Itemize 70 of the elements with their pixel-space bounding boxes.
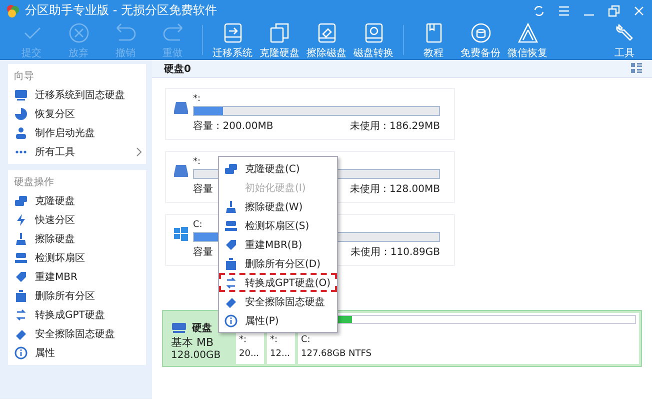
capacity-label: 容量 bbox=[193, 246, 213, 259]
convert-icon bbox=[14, 308, 28, 322]
menu-item[interactable]: 安全擦除固态硬盘 bbox=[219, 292, 337, 311]
restore-icon[interactable] bbox=[607, 4, 621, 18]
sidebar-item[interactable]: 制作启动光盘 bbox=[14, 123, 142, 142]
refresh-icon[interactable] bbox=[532, 4, 546, 18]
lightning-icon bbox=[14, 212, 28, 226]
disk-size: 128.00GB bbox=[171, 350, 222, 361]
drives-icon bbox=[268, 21, 292, 45]
view-toggle-icon[interactable] bbox=[631, 63, 642, 74]
info-icon bbox=[224, 314, 238, 328]
partition-block[interactable]: C: 127.68GB NTFS bbox=[298, 313, 639, 364]
partition-name: C: bbox=[193, 220, 202, 230]
menu-item[interactable]: 克隆硬盘(C) bbox=[219, 159, 337, 178]
drives-icon bbox=[224, 162, 238, 176]
partition-name: C: bbox=[301, 334, 312, 347]
disk-title: 硬盘0 bbox=[164, 62, 191, 76]
convert-icon bbox=[224, 276, 238, 290]
sidebar-item[interactable]: 迁移系统到固态硬盘 bbox=[14, 85, 142, 104]
cancel-icon bbox=[66, 21, 90, 45]
disk-name: 硬盘 bbox=[192, 322, 212, 335]
sidebar-item[interactable]: 恢复分区 bbox=[14, 104, 142, 123]
partition-name: *: bbox=[239, 334, 248, 347]
menu-item[interactable]: 擦除硬盘(W) bbox=[219, 197, 337, 216]
pie-icon bbox=[14, 106, 28, 120]
free-space-label: 未使用 : 110.89GB bbox=[350, 246, 440, 259]
broom-icon bbox=[14, 232, 28, 246]
partition-size: 12... bbox=[270, 348, 292, 361]
sidebar-item[interactable]: 重建MBR bbox=[14, 267, 142, 286]
menu-item[interactable]: 转换成GPT硬盘(O) bbox=[219, 273, 337, 292]
tag-icon bbox=[224, 238, 238, 252]
broom-icon bbox=[224, 200, 238, 214]
windows-drive-icon bbox=[173, 226, 189, 242]
close-icon[interactable] bbox=[632, 4, 646, 18]
trash-icon bbox=[224, 256, 238, 270]
sidebar-item[interactable]: 克隆硬盘 bbox=[14, 191, 142, 210]
window-title: 分区助手专业版 - 无损分区免费软件 bbox=[25, 2, 217, 19]
partition-card[interactable]: *: 容量 : 200.00MB 未使用 : 186.29MB bbox=[165, 88, 455, 140]
partition-size: 127.68GB NTFS bbox=[301, 348, 372, 361]
sidebar-item[interactable]: 所有工具 bbox=[14, 142, 142, 161]
partition-name: *: bbox=[193, 94, 201, 104]
backup-icon bbox=[468, 21, 492, 45]
tag-icon bbox=[14, 270, 28, 284]
partition-name: *: bbox=[193, 157, 201, 167]
people-icon bbox=[14, 126, 28, 140]
disk-type: 基本 MB bbox=[171, 335, 215, 350]
drives-icon bbox=[14, 194, 28, 208]
capacity-label: 容量 bbox=[193, 182, 213, 196]
section-header: 向导 bbox=[14, 70, 35, 84]
menu-item[interactable]: 重建MBR(B) bbox=[219, 235, 337, 254]
info-icon bbox=[14, 346, 28, 360]
free-space-label: 未使用 : 128.00MB bbox=[350, 182, 440, 196]
app-logo-icon bbox=[6, 4, 20, 18]
triangle-icon bbox=[516, 21, 540, 45]
sidebar-item[interactable]: 检测坏扇区 bbox=[14, 248, 142, 267]
sidebar-item[interactable]: 转换成GPT硬盘 bbox=[14, 305, 142, 324]
sidebar-item[interactable]: 属性 bbox=[14, 343, 142, 362]
sidebar-item[interactable]: 擦除硬盘 bbox=[14, 229, 142, 248]
sidebar-item[interactable]: 快速分区 bbox=[14, 210, 142, 229]
capacity-label: 容量 : 200.00MB bbox=[193, 120, 274, 133]
menu-icon[interactable] bbox=[557, 4, 571, 18]
sidebar-item[interactable]: 安全擦除固态硬盘 bbox=[14, 324, 142, 343]
partition-size: 20... bbox=[239, 348, 260, 361]
menu-item[interactable]: 检测坏扇区(S) bbox=[219, 216, 337, 235]
partition-name: *: bbox=[270, 334, 279, 347]
menu-item[interactable]: 删除所有分区(D) bbox=[219, 254, 337, 273]
trash-icon bbox=[14, 288, 28, 302]
free-space-label: 未使用 : 186.29MB bbox=[350, 120, 440, 133]
section-header: 硬盘操作 bbox=[14, 176, 55, 190]
sidebar-item[interactable]: 删除所有分区 bbox=[14, 286, 142, 305]
